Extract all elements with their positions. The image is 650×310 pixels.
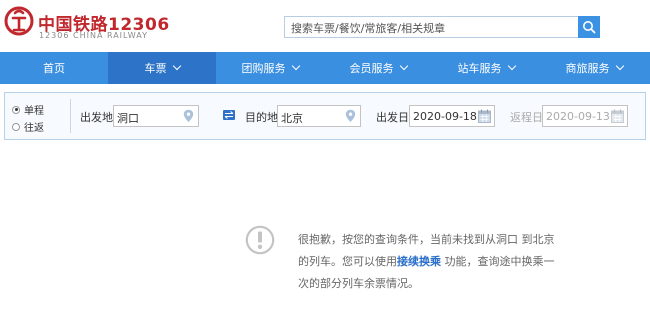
- message-text: 功能，查询途中换乘一: [441, 255, 555, 268]
- to-station-value: 北京: [281, 112, 303, 125]
- transfer-link[interactable]: 接续换乘: [397, 255, 441, 268]
- nav-item-label: 首页: [43, 62, 65, 75]
- chevron-down-icon: [615, 61, 624, 71]
- search-placeholder: 搜索车票/餐饮/常旅客/相关规章: [291, 22, 446, 35]
- calendar-icon[interactable]: [611, 109, 624, 123]
- from-station-input[interactable]: 洞口: [113, 105, 199, 127]
- nav-item-label: 商旅服务: [565, 62, 610, 75]
- message-text: 的列车。您可以使用: [298, 255, 397, 268]
- location-pin-icon: [183, 109, 194, 122]
- search-input[interactable]: 搜索车票/餐饮/常旅客/相关规章: [284, 16, 579, 38]
- nav-item-tickets[interactable]: 车票: [108, 52, 216, 84]
- main-nav: 首页 车票 团购服务 会员服务 站车服务 商旅服务: [0, 52, 650, 84]
- exclamation-icon: [245, 225, 275, 255]
- chevron-down-icon: [291, 61, 300, 71]
- calendar-icon[interactable]: [478, 109, 491, 123]
- nav-item-group-service[interactable]: 团购服务: [216, 52, 324, 84]
- divider: [70, 99, 71, 133]
- ticket-query-bar: 单程 往返 出发地 洞口 目的地 北京 出发日 2020-09-18 返程日 2…: [4, 92, 646, 140]
- trip-type-one-way[interactable]: 单程: [12, 102, 44, 117]
- radio-round-trip[interactable]: [12, 122, 20, 131]
- nav-item-business-travel[interactable]: 商旅服务: [540, 52, 648, 84]
- from-station-value: 洞口: [117, 112, 139, 125]
- return-date-value: 2020-09-13: [546, 110, 610, 123]
- location-pin-icon: [345, 109, 356, 122]
- nav-item-label: 会员服务: [349, 62, 394, 75]
- from-label: 出发地: [80, 111, 113, 124]
- swap-icon[interactable]: [223, 110, 235, 120]
- header: 中国铁路12306 12306 CHINA RAILWAY 搜索车票/餐饮/常旅…: [0, 0, 650, 50]
- nav-item-member-service[interactable]: 会员服务: [324, 52, 432, 84]
- nav-item-home[interactable]: 首页: [0, 52, 108, 84]
- chevron-down-icon: [399, 61, 408, 71]
- chevron-down-icon: [507, 61, 516, 71]
- nav-item-station-service[interactable]: 站车服务: [432, 52, 540, 84]
- trip-type-round-trip[interactable]: 往返: [12, 119, 44, 134]
- nav-item-label: 站车服务: [457, 62, 502, 75]
- chevron-down-icon: [172, 61, 181, 71]
- brand-name-en: 12306 CHINA RAILWAY: [39, 31, 148, 40]
- depart-date-label: 出发日: [376, 111, 409, 124]
- radio-one-way[interactable]: [12, 105, 20, 114]
- return-date-label: 返程日: [510, 111, 543, 124]
- nav-item-label: 团购服务: [241, 62, 286, 75]
- message-line: 很抱歉，按您的查询条件，当前未找到从洞口 到北京: [298, 233, 555, 246]
- message-line: 的列车。您可以使用接续换乘 功能，查询途中换乘一: [298, 251, 598, 273]
- nav-item-label: 车票: [144, 62, 167, 75]
- to-station-input[interactable]: 北京: [277, 105, 361, 127]
- search-button[interactable]: [578, 16, 600, 38]
- depart-date-value: 2020-09-18: [413, 110, 477, 123]
- china-railway-logo-icon[interactable]: [4, 6, 34, 36]
- to-label: 目的地: [245, 111, 278, 124]
- trip-type-label: 往返: [24, 123, 44, 134]
- return-date-input[interactable]: 2020-09-13: [542, 105, 628, 127]
- no-results-message: 很抱歉，按您的查询条件，当前未找到从洞口 到北京 的列车。您可以使用接续换乘 功…: [298, 229, 598, 295]
- trip-type-label: 单程: [24, 106, 44, 117]
- message-line: 次的部分列车余票情况。: [298, 277, 419, 290]
- depart-date-input[interactable]: 2020-09-18: [409, 105, 495, 127]
- search-icon: [583, 21, 596, 34]
